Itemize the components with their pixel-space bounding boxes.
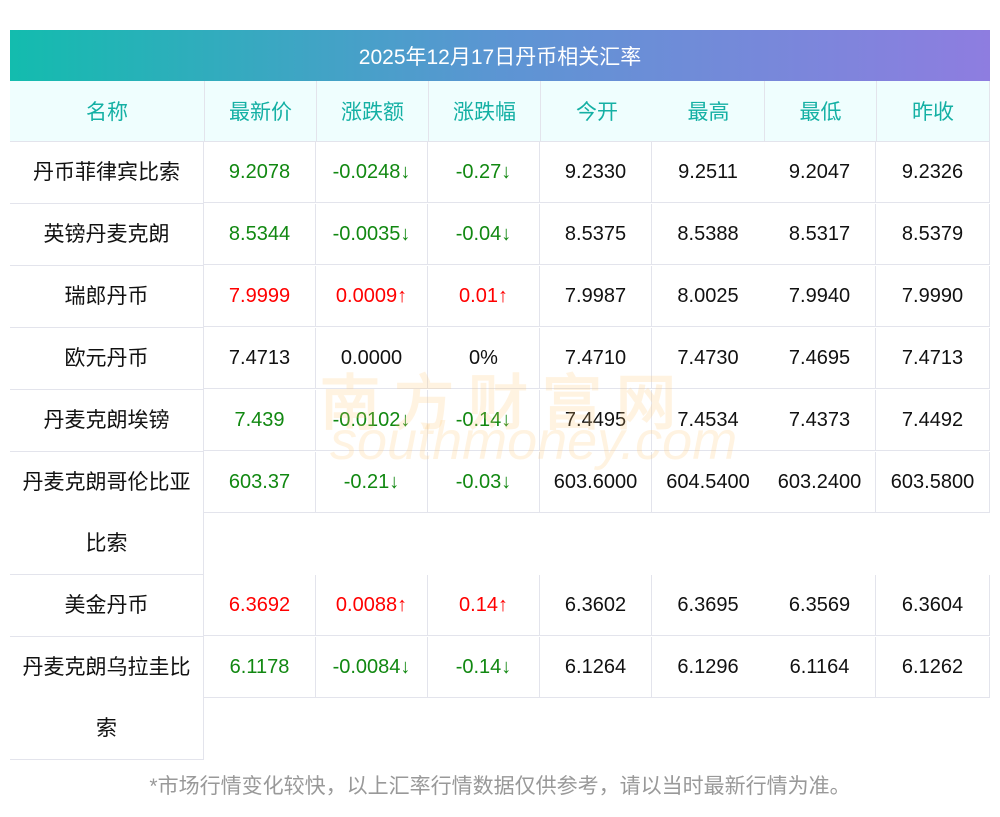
table-row: 美金丹币 6.3692 0.0088↑ 0.14↑ 6.3602 6.3695 6.3569… (10, 575, 990, 637)
name-line: 丹币菲律宾比索 (33, 161, 180, 184)
cell-open: 6.1264 (540, 637, 652, 697)
column-header: 名称 (10, 81, 205, 141)
cell-low: 8.5317 (764, 204, 876, 264)
currency-pair-name: 欧元丹币 (10, 328, 204, 390)
cell-latest: 7.4713 (204, 328, 316, 388)
cell-prev: 7.9990 (901, 284, 964, 307)
cell-prev: 7.4492 (901, 408, 964, 431)
cell-pct: 0% (428, 328, 540, 388)
cell-pct: 0.01↑ (428, 266, 540, 326)
currency-pair-name: 丹麦克朗哥伦比亚 比索 (10, 452, 204, 575)
page-title: 2025年12月17日丹币相关汇率 (10, 30, 990, 81)
cell-latest: 9.2078 (204, 142, 316, 202)
name-line: 欧元丹币 (64, 347, 149, 370)
name-line: 丹麦克朗乌拉圭比 (22, 656, 191, 679)
cell-low: 6.3569 (764, 575, 876, 635)
currency-pair-name: 丹麦克朗乌拉圭比索 (10, 637, 204, 760)
cell-high: 604.5400 (666, 470, 750, 493)
table-row: 英镑丹麦克朗 8.5344 -0.0035↓ -0.04↓ 8.5375 8.5388 8.… (10, 204, 990, 266)
column-header: 涨跌幅 (429, 81, 541, 141)
name-line: 瑞郎丹币 (64, 285, 149, 308)
cell-change: -0.0084↓ (316, 637, 428, 697)
cell-high: 8.0025 (677, 284, 739, 307)
name-line: 丹麦克朗哥伦比亚 (22, 471, 191, 494)
cell-latest: 7.9999 (204, 266, 316, 326)
exchange-rate-table: 名称 最新价 涨跌额 涨跌幅 今开 最高 最低 昨收 丹币菲律宾比索 9.2078 -0.0248… (10, 81, 990, 760)
column-header: 最新价 (205, 81, 317, 141)
currency-pair-name: 瑞郎丹币 (10, 266, 204, 328)
cell-high: 9.2511 (678, 160, 738, 183)
table-row: 丹麦克朗乌拉圭比索 6.1178 -0.0084↓ -0.14↓ 6.1264 6.129… (10, 637, 990, 760)
name-line: 索 (96, 717, 117, 740)
currency-pair-name: 英镑丹麦克朗 (10, 204, 204, 266)
column-header: 昨收 (877, 81, 990, 141)
cell-low: 6.1164 (764, 637, 876, 697)
currency-pair-name: 美金丹币 (10, 575, 204, 637)
cell-pct: -0.27↓ (428, 142, 540, 202)
cell-high: 6.1296 (677, 655, 739, 678)
cell-low: 9.2047 (764, 142, 876, 202)
cell-pct: -0.14↓ (428, 390, 540, 450)
cell-prev: 6.3604 (901, 593, 964, 616)
table-row: 丹币菲律宾比索 9.2078 -0.0248↓ -0.27↓ 9.2330 9.2511 9… (10, 142, 990, 204)
cell-pct: -0.04↓ (428, 204, 540, 264)
cell-latest: 7.439 (204, 390, 316, 450)
name-line: 英镑丹麦克朗 (43, 223, 170, 246)
cell-prev: 6.1262 (901, 655, 964, 678)
cell-change: -0.0248↓ (316, 142, 428, 202)
cell-low: 7.9940 (764, 266, 876, 326)
currency-pair-name: 丹币菲律宾比索 (10, 142, 204, 204)
cell-pct: 0.14↑ (428, 575, 540, 635)
cell-latest: 8.5344 (204, 204, 316, 264)
cell-high: 7.4534 (677, 408, 739, 431)
cell-high: 7.4730 (677, 346, 739, 369)
cell-pct: -0.14↓ (428, 637, 540, 697)
cell-low: 7.4695 (764, 328, 876, 388)
column-header: 最低 (765, 81, 877, 141)
cell-change: -0.0102↓ (316, 390, 428, 450)
cell-prev: 8.5379 (901, 222, 964, 245)
cell-open: 9.2330 (540, 142, 652, 202)
column-header: 最高 (653, 81, 765, 141)
name-line: 比索 (85, 532, 128, 555)
cell-latest: 603.37 (204, 452, 316, 512)
cell-open: 8.5375 (540, 204, 652, 264)
name-line: 丹麦克朗埃镑 (43, 409, 170, 432)
table-header: 名称 最新价 涨跌额 涨跌幅 今开 最高 最低 昨收 (10, 81, 990, 142)
cell-open: 603.6000 (540, 452, 652, 512)
column-header: 今开 (576, 101, 618, 124)
cell-prev: 603.5800 (890, 470, 975, 493)
cell-open: 7.4495 (540, 390, 652, 450)
table-row: 丹麦克朗哥伦比亚 比索 603.37 -0.21↓ -0.03↓ 603.6000 604.… (10, 452, 990, 575)
cell-change: 0.0000 (316, 328, 428, 388)
cell-prev: 9.2326 (901, 160, 964, 183)
cell-open: 7.9987 (540, 266, 652, 326)
cell-pct: -0.03↓ (428, 452, 540, 512)
table-body: 丹币菲律宾比索 9.2078 -0.0248↓ -0.27↓ 9.2330 9.2511 9… (10, 142, 990, 760)
name-line: 美金丹币 (64, 594, 149, 617)
cell-change: 0.0088↑ (316, 575, 428, 635)
cell-prev: 7.4713 (901, 346, 964, 369)
cell-change: -0.0035↓ (316, 204, 428, 264)
cell-latest: 6.3692 (204, 575, 316, 635)
disclaimer: *市场行情变化较快，以上汇率行情数据仅供参考，请以当时最新行情为准。 (149, 775, 851, 798)
column-header: 涨跌额 (317, 81, 429, 141)
cell-latest: 6.1178 (204, 637, 316, 697)
cell-change: 0.0009↑ (316, 266, 428, 326)
cell-low: 603.2400 (764, 452, 876, 512)
table-row: 丹麦克朗埃镑 7.439 -0.0102↓ -0.14↓ 7.4495 7.4534 7.4… (10, 390, 990, 452)
table-row: 瑞郎丹币 7.9999 0.0009↑ 0.01↑ 7.9987 8.0025 7.9940… (10, 266, 990, 328)
cell-high: 6.3695 (677, 593, 739, 616)
table-row: 欧元丹币 7.4713 0.0000 0% 7.4710 7.4730 7.4695 7.47… (10, 328, 990, 390)
cell-change: -0.21↓ (316, 452, 428, 512)
cell-high: 8.5388 (677, 222, 739, 245)
currency-pair-name: 丹麦克朗埃镑 (10, 390, 204, 452)
cell-low: 7.4373 (764, 390, 876, 450)
cell-open: 7.4710 (540, 328, 652, 388)
cell-open: 6.3602 (540, 575, 652, 635)
